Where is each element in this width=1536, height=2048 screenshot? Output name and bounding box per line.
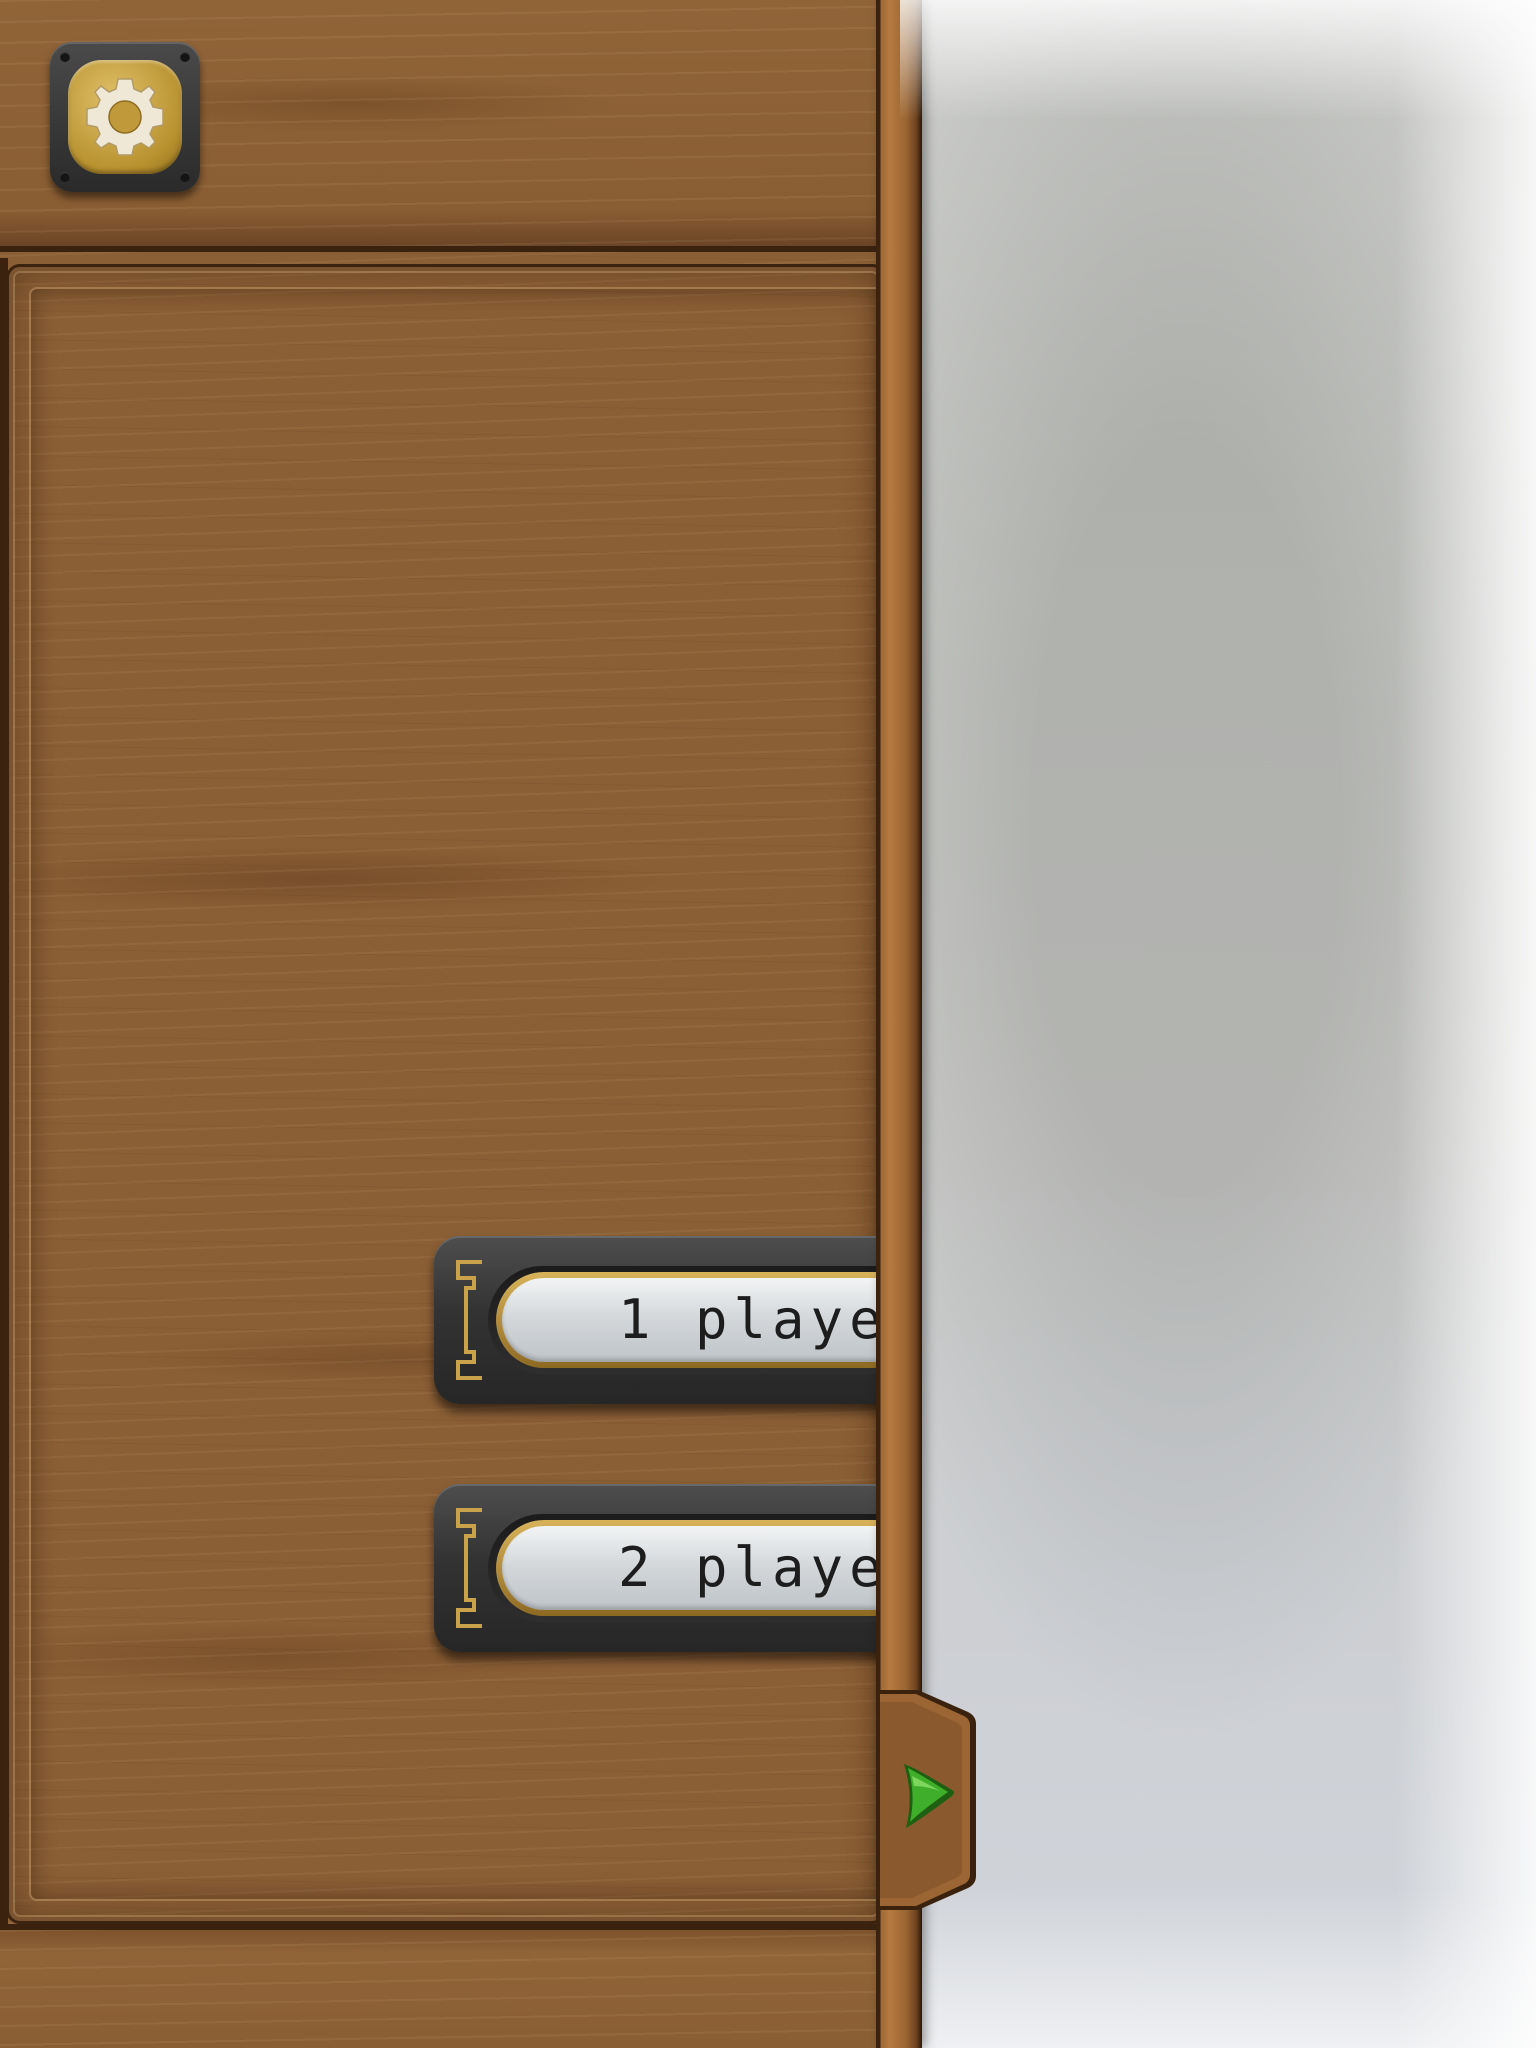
one-player-button[interactable]: 1 player	[434, 1236, 922, 1404]
bolt	[60, 52, 70, 62]
wood-board	[0, 0, 880, 2048]
bracket-ornament-icon	[456, 1260, 482, 1380]
menu-panel	[6, 264, 880, 1924]
bolt	[180, 172, 190, 182]
two-player-button[interactable]: 2 player	[434, 1484, 922, 1652]
chevron-right-icon	[880, 1690, 976, 1910]
next-page-tab[interactable]	[880, 1690, 980, 1910]
gear-icon	[86, 78, 164, 156]
fog-background	[900, 0, 1536, 2048]
settings-face	[68, 60, 182, 174]
fog-bottom	[900, 1888, 1536, 2048]
menu-panel-inner	[29, 287, 880, 1901]
bottom-plank	[0, 1924, 880, 2048]
settings-button[interactable]	[50, 42, 200, 192]
game-screen: 1 player 2 player	[0, 0, 1536, 2048]
bracket-ornament-icon	[456, 1508, 482, 1628]
bolt	[180, 52, 190, 62]
bolt	[60, 172, 70, 182]
